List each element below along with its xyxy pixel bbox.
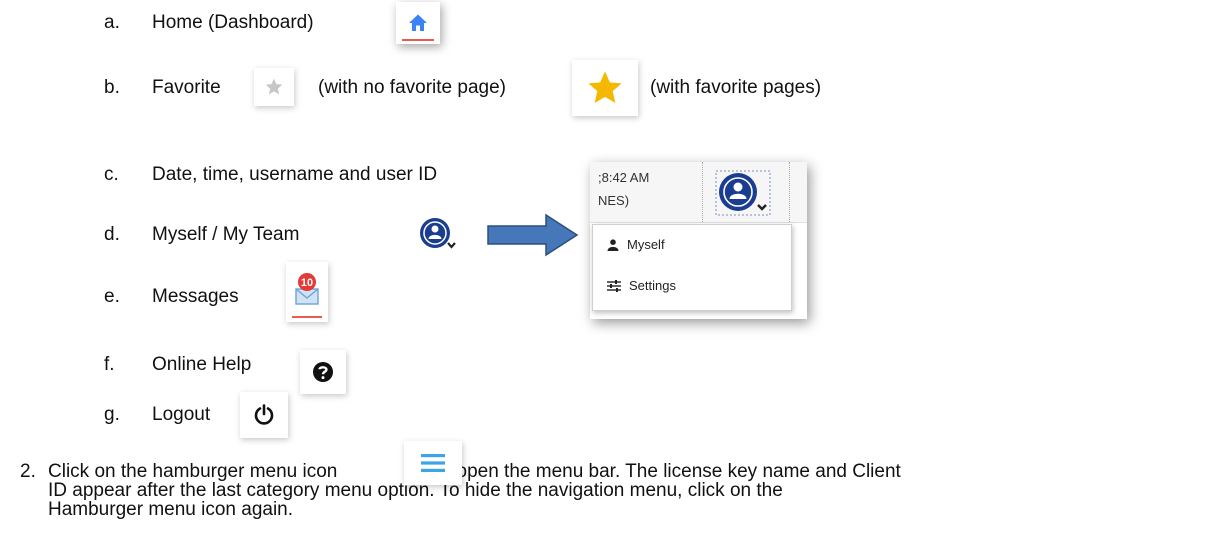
hamburger-menu-button[interactable]	[404, 441, 462, 485]
active-underline	[292, 316, 322, 318]
hamburger-menu-icon	[421, 454, 445, 472]
menu-item-myself[interactable]: Myself	[607, 237, 665, 252]
message-count-badge: 10	[301, 277, 313, 289]
star-outline-icon	[265, 78, 283, 95]
list-item-messages: e. Messages	[104, 286, 239, 308]
step-paragraph: 2. Click on the hamburger menu icon to ope…	[20, 462, 1190, 519]
step-number: 2.	[20, 461, 36, 482]
item-label: Date, time, username and user ID	[152, 164, 438, 185]
item-label: Favorite	[152, 77, 221, 98]
menu-item-settings[interactable]: Settings	[607, 278, 676, 293]
paragraph-text-1: Click on the hamburger menu icon	[48, 461, 338, 482]
power-icon	[254, 404, 274, 425]
user-menu-toggle[interactable]	[418, 216, 458, 254]
paragraph-line-3: Hamburger menu icon again.	[48, 499, 294, 520]
item-label: Home (Dashboard)	[152, 12, 314, 33]
item-letter: b.	[104, 77, 120, 98]
list-item-datetime: c. Date, time, username and user ID	[104, 164, 437, 186]
item-letter: d.	[104, 224, 120, 245]
home-icon	[409, 14, 427, 31]
user-icon	[607, 238, 619, 251]
star-filled-icon	[588, 71, 622, 103]
favorite-note-filled: (with favorite pages)	[650, 77, 822, 98]
list-item-help: f. Online Help	[104, 354, 251, 376]
logout-button[interactable]	[240, 392, 288, 438]
menu-item-label: Settings	[629, 278, 676, 293]
paragraph-text-2: to open the menu bar. The license key na…	[435, 461, 901, 482]
favorite-filled-button[interactable]	[572, 60, 638, 116]
sliders-icon	[607, 279, 621, 292]
dropdown-menu: Myself Settings	[592, 224, 792, 311]
list-item-myself: d. Myself / My Team	[104, 224, 299, 246]
right-arrow-icon	[487, 213, 579, 257]
list-item-favorite: b. Favorite	[104, 77, 221, 99]
item-letter: c.	[104, 164, 119, 185]
item-letter: a.	[104, 12, 120, 33]
active-underline	[402, 39, 434, 41]
item-label: Logout	[152, 404, 211, 425]
help-button[interactable]	[300, 350, 346, 394]
favorite-empty-button[interactable]	[254, 68, 294, 106]
time-text: ;8:42 AM	[598, 170, 650, 185]
list-item-logout: g. Logout	[104, 404, 210, 426]
item-label: Messages	[152, 286, 239, 307]
favorite-note-empty: (with no favorite page)	[318, 77, 506, 98]
user-avatar-icon[interactable]	[712, 167, 780, 219]
item-letter: g.	[104, 404, 120, 425]
list-item-home: a. Home (Dashboard)	[104, 12, 314, 34]
user-dropdown-screenshot: ;8:42 AM NES) Myself Settings	[590, 162, 807, 319]
home-button[interactable]	[396, 2, 440, 44]
item-letter: e.	[104, 286, 120, 307]
item-label: Myself / My Team	[152, 224, 300, 245]
mail-icon: 10	[295, 273, 319, 305]
messages-button[interactable]: 10	[286, 262, 328, 322]
username-text: NES)	[598, 193, 630, 208]
user-avatar-icon	[420, 218, 456, 249]
paragraph-line-1: 2. Click on the hamburger menu icon to ope…	[20, 462, 1190, 481]
item-label: Online Help	[152, 354, 252, 375]
header-strip: ;8:42 AM NES)	[590, 162, 807, 223]
item-letter: f.	[104, 354, 115, 375]
menu-item-label: Myself	[627, 237, 665, 252]
question-circle-icon	[313, 362, 333, 382]
paragraph-line-2: ID appear after the last category menu o…	[48, 480, 783, 501]
